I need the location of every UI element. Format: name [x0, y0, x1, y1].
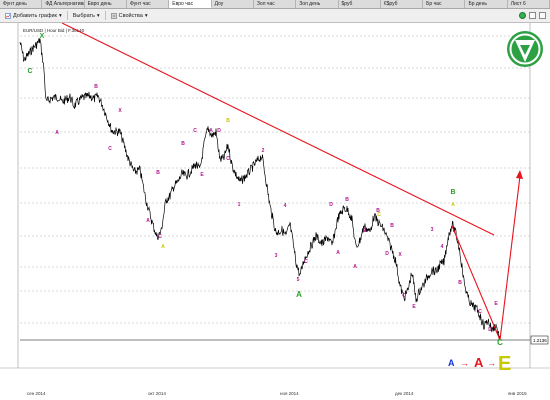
wave-label: C — [377, 212, 381, 218]
wave-label: C — [158, 234, 162, 240]
wave-label: A — [55, 130, 59, 136]
wave-label: C — [27, 68, 32, 75]
wave-label: C — [497, 338, 503, 347]
time-axis-tick-label: окт 2014 — [148, 391, 166, 396]
time-axis-tick-label: ноя 2014 — [280, 391, 299, 396]
wave-label: 4 — [284, 203, 287, 209]
tab-chart-sheet[interactable]: Зол день — [296, 0, 339, 8]
sequence-wave-a-red: A — [474, 355, 484, 370]
wave-label: A — [161, 244, 165, 250]
wave-label: B — [94, 84, 98, 90]
wave-label: C — [193, 128, 197, 134]
wave-label: D — [488, 327, 492, 333]
wave-label: B — [226, 118, 230, 124]
projection-arrowhead — [516, 170, 523, 179]
add-chart-label: Добавить график — [13, 12, 57, 19]
tab-chart-sheet[interactable]: Евро час — [169, 0, 212, 8]
wave-label: C — [402, 293, 406, 299]
chart-toolbar: Добавить график ▾ Выбрать ▾ Свойства ▾ — [0, 9, 550, 23]
wave-label: A — [353, 264, 357, 270]
properties-button[interactable]: Свойства ▾ — [106, 13, 153, 19]
properties-label: Свойства — [118, 12, 143, 19]
sequence-arrow-icon: → — [460, 358, 469, 368]
chart-symbol-label: EUR/USD | Hour Bid | F.36140 — [23, 28, 85, 33]
tab-chart-sheet[interactable]: Евро день — [85, 0, 127, 8]
wave-label: E — [494, 301, 498, 307]
wave-label: E — [412, 304, 416, 310]
toolbar-right-icons — [519, 12, 550, 19]
wave-label: C — [478, 309, 482, 315]
sequence-wave-a-blue: A — [448, 358, 455, 368]
time-axis-tick-label: дек 2014 — [395, 391, 414, 396]
tab-chart-sheet[interactable]: ФД Альтернатива — [42, 0, 85, 8]
select-label: Выбрать — [72, 12, 95, 19]
price-series-line — [19, 38, 501, 341]
wave-label: D — [217, 128, 221, 134]
tab-chart-sheet[interactable]: Лист 6 — [508, 0, 550, 8]
sequence-wave-e-yellow: E — [498, 353, 511, 375]
wave-label: A — [296, 290, 302, 299]
chevron-down-icon: ▾ — [96, 12, 100, 19]
wave-label: X — [118, 108, 122, 114]
tab-chart-sheet[interactable]: Бр час — [423, 0, 466, 8]
wave-label: A — [451, 202, 455, 208]
select-button[interactable]: Выбрать ▾ — [68, 13, 105, 19]
tab-chart-sheet[interactable]: Зол час — [254, 0, 297, 8]
wave-label: 3 — [275, 253, 278, 259]
wave-label: B — [458, 280, 462, 286]
wave-label: 4 — [441, 244, 444, 250]
add-chart-button[interactable]: Добавить график ▾ — [0, 13, 67, 19]
wave-label: B — [345, 197, 349, 203]
wave-label: C — [226, 156, 230, 162]
time-axis-tick-label: янв 2015 — [508, 391, 527, 396]
wave-label: D — [329, 202, 333, 208]
wave-label: B — [390, 223, 394, 229]
properties-icon — [110, 12, 117, 19]
current-price-label: 1.2136 — [533, 338, 547, 343]
wave-label: C — [108, 146, 112, 152]
wave-label: 2 — [262, 148, 265, 154]
wave-label: X — [40, 33, 45, 40]
wave-label: X — [398, 252, 402, 258]
time-axis-tick-label: сен 2014 — [27, 391, 46, 396]
wave-label: 5 — [297, 277, 300, 283]
projection-line-up — [499, 175, 521, 341]
window-restore-icon[interactable] — [529, 12, 536, 19]
wave-label: B — [181, 141, 185, 147]
wave-label: B — [156, 170, 160, 176]
tab-chart-sheet[interactable]: Доу — [212, 0, 254, 8]
tab-chart-sheet[interactable]: €$руб — [381, 0, 424, 8]
wave-label: A — [336, 250, 340, 256]
window-close-icon[interactable] — [539, 12, 546, 19]
price-chart[interactable]: EUR/USD | Hour Bid | F.36140 1.2136 сен 20… — [0, 23, 550, 400]
chevron-down-icon: ▾ — [144, 12, 148, 19]
status-indicator-icon — [519, 12, 526, 19]
sequence-arrow-icon: → — [487, 358, 496, 368]
wave-label: A — [146, 218, 150, 224]
price-chart-canvas[interactable]: EUR/USD | Hour Bid | F.36140 1.2136 сен 20… — [0, 23, 550, 400]
wave-label: C — [304, 259, 308, 265]
wave-label: D — [385, 251, 389, 257]
wave-label: A — [209, 128, 213, 134]
tab-chart-sheet[interactable]: $руб — [339, 0, 381, 8]
tab-chart-sheet[interactable]: Бр день — [465, 0, 508, 8]
chart-tab-bar: Фунт день ФД Альтернатива Евро день Фунт ча… — [0, 0, 550, 9]
wave-label: E — [200, 172, 204, 178]
wave-label: B — [450, 189, 455, 196]
chevron-down-icon: ▾ — [58, 12, 62, 19]
brand-logo-icon — [507, 31, 543, 67]
trading-terminal-window: Фунт день ФД Альтернатива Евро день Фунт ча… — [0, 0, 550, 400]
chart-add-icon — [5, 12, 11, 19]
tab-chart-sheet[interactable]: Фунт день — [0, 0, 43, 8]
wave-label: 1 — [238, 202, 241, 208]
tab-chart-sheet[interactable]: Фунт час — [127, 0, 170, 8]
wave-label: 3 — [431, 227, 434, 233]
